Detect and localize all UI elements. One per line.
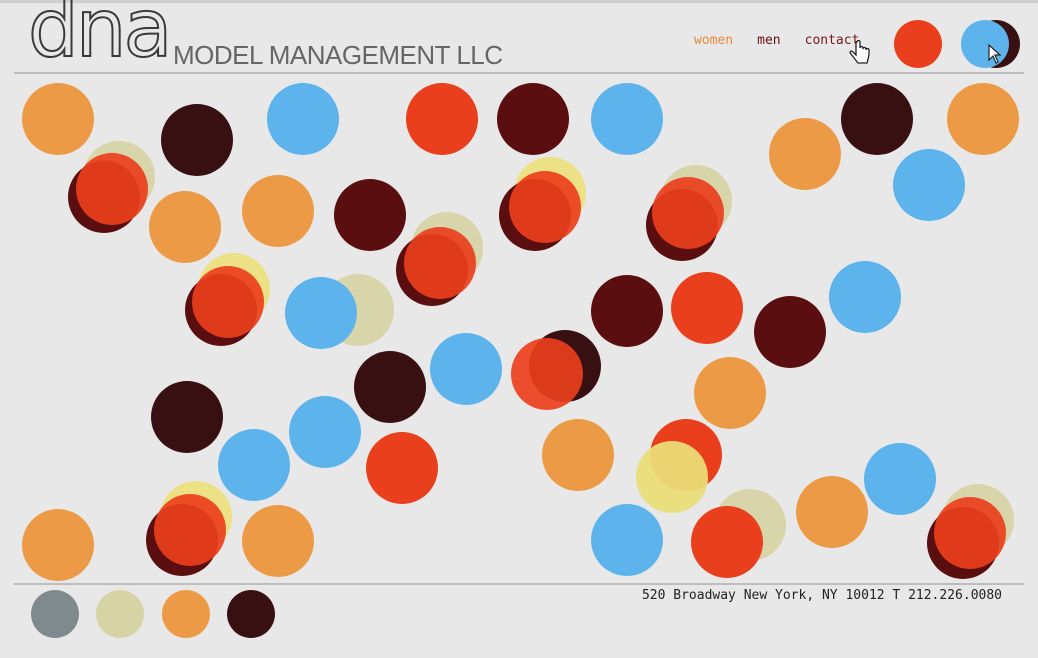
decorative-dot xyxy=(694,357,766,429)
logo[interactable]: dna MODEL MANAGEMENT LLC xyxy=(27,0,508,76)
main-nav: women men contact xyxy=(694,33,859,48)
decorative-dot xyxy=(934,497,1006,569)
arrow-cursor-icon xyxy=(988,44,1002,64)
decorative-dot xyxy=(22,509,94,581)
decorative-dot xyxy=(149,191,221,263)
logo-subtitle: MODEL MANAGEMENT LLC xyxy=(173,40,503,70)
decorative-dot xyxy=(591,275,663,347)
decorative-dot xyxy=(285,277,357,349)
decorative-dot xyxy=(430,333,502,405)
nav-women-link[interactable]: women xyxy=(694,33,733,48)
decorative-dot xyxy=(242,505,314,577)
decorative-dot xyxy=(192,266,264,338)
address-text: 520 Broadway New York, NY 10012 T 212.22… xyxy=(641,588,1002,603)
decorative-dot xyxy=(796,476,868,548)
decorative-dot xyxy=(161,104,233,176)
decorative-dot xyxy=(754,296,826,368)
decorative-dot xyxy=(591,504,663,576)
nav-men-link[interactable]: men xyxy=(757,33,780,48)
decorative-dot xyxy=(406,83,478,155)
decorative-dot xyxy=(354,351,426,423)
decorative-dot xyxy=(404,227,476,299)
logo-mark: dna xyxy=(27,0,173,76)
decorative-dot xyxy=(893,149,965,221)
decorative-dot xyxy=(242,175,314,247)
decorative-dot xyxy=(267,83,339,155)
header-divider xyxy=(14,72,1024,74)
hand-cursor-icon xyxy=(849,40,870,64)
footer-swatch-darkbrown[interactable] xyxy=(227,590,275,638)
decorative-dot xyxy=(76,153,148,225)
decorative-dot xyxy=(509,171,581,243)
decorative-dot xyxy=(366,432,438,504)
decorative-dot xyxy=(154,494,226,566)
decorative-dot xyxy=(769,118,841,190)
decorative-dot xyxy=(22,83,94,155)
decorative-dot xyxy=(829,261,901,333)
decorative-dot xyxy=(671,272,743,344)
decorative-dot xyxy=(497,83,569,155)
decorative-dot xyxy=(841,83,913,155)
decorative-dot xyxy=(691,506,763,578)
decorative-dot xyxy=(289,396,361,468)
decorative-dot xyxy=(542,419,614,491)
footer-swatch-orange[interactable] xyxy=(162,590,210,638)
decorative-dot xyxy=(864,443,936,515)
decorative-dot xyxy=(947,83,1019,155)
decorative-dot xyxy=(511,338,583,410)
decorative-dot xyxy=(652,177,724,249)
decorative-dot xyxy=(151,381,223,453)
footer-divider xyxy=(14,583,1024,585)
decorative-dot xyxy=(218,429,290,501)
red-circle-button[interactable] xyxy=(894,20,942,68)
footer-swatch-khaki[interactable] xyxy=(96,590,144,638)
footer-swatch-gray[interactable] xyxy=(31,590,79,638)
decorative-dot xyxy=(334,179,406,251)
decorative-dot xyxy=(636,441,708,513)
decorative-dot xyxy=(591,83,663,155)
